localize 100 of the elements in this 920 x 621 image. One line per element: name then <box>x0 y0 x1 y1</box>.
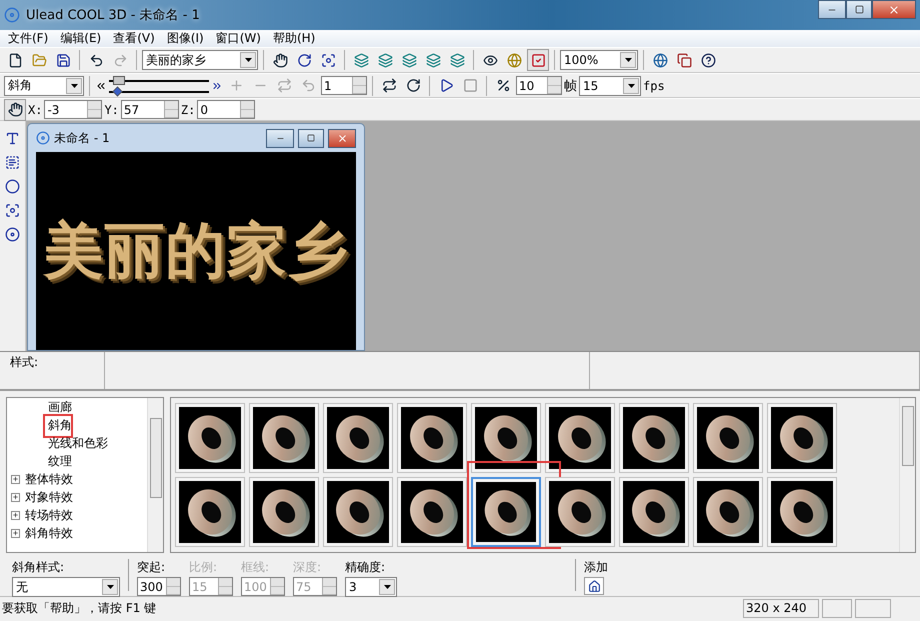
expand-icon[interactable] <box>11 474 20 484</box>
torus-drawing <box>253 407 315 469</box>
torus-drawing <box>253 481 315 543</box>
property-label: 比例: <box>189 559 218 576</box>
torus-drawing <box>475 407 537 469</box>
menu-item[interactable]: 窗口(W) <box>210 30 267 47</box>
bevel-thumbnail[interactable] <box>323 403 393 473</box>
expand-icon[interactable] <box>11 510 20 520</box>
tree-item[interactable]: 纹理 <box>47 452 73 470</box>
canvas-size: 320 x 240 <box>743 599 819 618</box>
status-panel <box>855 599 891 618</box>
torus-drawing <box>549 481 611 543</box>
torus-drawing <box>549 407 611 469</box>
property-label: 框线: <box>241 559 270 576</box>
maximize-icon <box>854 5 864 14</box>
fps-label: fps <box>643 78 665 92</box>
torus-drawing <box>179 407 241 469</box>
bevel-thumbnail[interactable] <box>249 477 319 547</box>
close-icon <box>336 132 348 144</box>
house-icon <box>588 580 600 592</box>
maximize-button[interactable] <box>846 0 872 19</box>
precision-label: 精确度: <box>345 559 386 576</box>
checkbox-icon[interactable] <box>527 49 549 71</box>
minimize-button[interactable] <box>818 0 846 19</box>
torus-drawing <box>771 407 833 469</box>
fps-combo[interactable]: 15 <box>579 76 641 96</box>
axis-label: Y: <box>104 102 119 116</box>
text-combo[interactable]: 美丽的家乡 <box>142 50 258 70</box>
tree-item[interactable]: 转场特效 <box>24 506 74 524</box>
tree-item[interactable]: 光线和色彩 <box>47 434 109 452</box>
torus-drawing <box>697 407 759 469</box>
frame-label: 帧 <box>564 78 577 94</box>
axis-label: Z: <box>180 102 196 116</box>
bevel-style-combo[interactable]: 无 <box>12 577 120 597</box>
caret-icon <box>244 58 252 62</box>
position-spinner[interactable]: 0 <box>197 100 256 119</box>
slider-thumb[interactable] <box>112 76 125 85</box>
bevel-thumbnail[interactable] <box>693 403 763 473</box>
bevel-thumbnail[interactable] <box>471 403 541 473</box>
menu-item[interactable]: 编辑(E) <box>54 30 108 47</box>
torus-drawing <box>327 481 389 543</box>
maximize-button[interactable] <box>298 128 324 148</box>
menu-item[interactable]: 图像(I) <box>160 30 210 47</box>
bevel-thumbnail[interactable] <box>693 477 763 547</box>
menu-item[interactable]: 查看(V) <box>107 30 161 47</box>
maximize-icon <box>307 134 315 142</box>
close-button[interactable] <box>872 0 916 19</box>
add-button[interactable] <box>584 577 604 595</box>
torus-drawing <box>623 407 685 469</box>
bevel-thumbnail[interactable] <box>545 477 615 547</box>
status-message: 要获取「帮助」，请按 F1 键 <box>2 600 158 617</box>
caret-icon <box>628 84 634 88</box>
slider-thumb[interactable] <box>112 86 122 97</box>
frame-spinner[interactable]: 1 <box>321 76 367 95</box>
torus-drawing <box>476 482 536 542</box>
close-button[interactable] <box>328 128 356 148</box>
timeline-slider[interactable] <box>109 76 209 84</box>
bevel-thumbnail[interactable] <box>767 403 837 473</box>
speed-spinner[interactable]: 10 <box>516 76 562 95</box>
caret-icon <box>624 58 632 62</box>
bevel-thumbnail[interactable] <box>397 477 467 547</box>
bevel-thumbnail[interactable] <box>767 477 837 547</box>
torus-drawing <box>401 407 463 469</box>
timeline-slider[interactable] <box>109 87 209 95</box>
attribute-combo[interactable]: 斜角 <box>4 76 84 96</box>
menu-item[interactable]: 文件(F) <box>2 30 54 47</box>
position-spinner[interactable]: 57 <box>120 100 179 119</box>
torus-drawing <box>697 481 759 543</box>
hand-icon[interactable] <box>4 98 26 120</box>
torus-drawing <box>179 481 241 543</box>
bevel-thumbnail[interactable] <box>545 403 615 473</box>
scrollbar[interactable] <box>147 398 163 552</box>
property-label: 深度: <box>293 559 322 576</box>
tree-item[interactable]: 斜角特效 <box>24 524 74 542</box>
precision-combo[interactable]: 3 <box>345 577 397 597</box>
document-title: 未命名 - 1 <box>54 130 111 146</box>
expand-icon[interactable] <box>11 492 20 502</box>
torus-drawing <box>623 481 685 543</box>
tree-item[interactable]: 对象特效 <box>24 488 74 506</box>
tree-item[interactable]: 整体特效 <box>24 470 74 488</box>
menu-item[interactable]: 帮助(H) <box>266 30 322 47</box>
close-icon <box>888 4 900 16</box>
tree-item[interactable]: 画廊 <box>47 398 73 416</box>
scrollbar[interactable] <box>899 398 915 552</box>
bevel-thumbnail[interactable] <box>175 403 245 473</box>
torus-drawing <box>401 481 463 543</box>
bevel-thumbnail[interactable] <box>471 477 541 547</box>
zoom-combo[interactable]: 100% <box>560 50 638 70</box>
bevel-thumbnail[interactable] <box>619 477 689 547</box>
property-spinner[interactable]: 300 <box>137 577 181 596</box>
expand-icon[interactable] <box>11 528 20 538</box>
position-spinner[interactable]: -3 <box>44 100 102 119</box>
axis-label: X: <box>28 102 42 116</box>
bevel-thumbnail[interactable] <box>175 477 245 547</box>
bevel-thumbnail[interactable] <box>397 403 467 473</box>
tree-item[interactable]: 斜角 <box>47 416 73 434</box>
bevel-thumbnail[interactable] <box>249 403 319 473</box>
bevel-thumbnail[interactable] <box>619 403 689 473</box>
bevel-thumbnail[interactable] <box>323 477 393 547</box>
minimize-button[interactable] <box>266 128 294 148</box>
